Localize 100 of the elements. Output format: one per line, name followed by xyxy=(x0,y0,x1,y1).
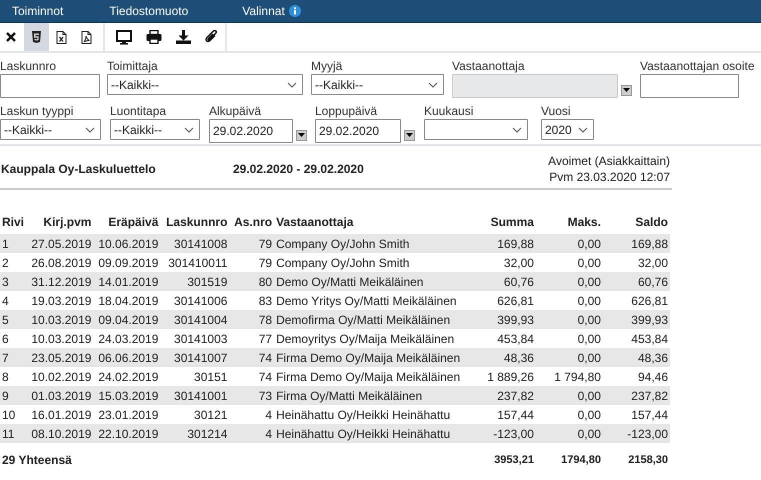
table-cell: 0,00 xyxy=(536,234,603,253)
total-cell: 1794,80 xyxy=(536,443,603,477)
table-cell: 1 889,26 xyxy=(466,367,536,386)
table-cell: 626,81 xyxy=(602,291,670,310)
table-cell: 78 xyxy=(229,310,274,329)
date-range: 29.02.2020 - 29.02.2020 xyxy=(233,162,365,176)
input-field[interactable]: 29.02.2020 xyxy=(209,119,293,143)
table-cell: 169,88 xyxy=(466,234,536,253)
table-cell: -123,00 xyxy=(602,424,670,443)
chevron-icon xyxy=(428,82,438,88)
table-cell: Demo Yritys Oy/Matti Meikäläinen xyxy=(274,291,466,310)
chevron-icon xyxy=(578,126,588,132)
table-cell: 4 xyxy=(0,291,28,310)
input-field[interactable] xyxy=(0,74,100,98)
table-cell: 6 xyxy=(0,329,28,348)
table-cell: 453,84 xyxy=(602,329,670,348)
column-header: Laskunnro xyxy=(160,210,230,234)
menu-item[interactable]: Tiedostomuoto xyxy=(97,0,200,22)
dropdown[interactable]: --Kaikki-- xyxy=(311,74,444,95)
table-cell: 16.01.2019 xyxy=(28,405,94,424)
table-cell: 2 xyxy=(0,253,28,272)
column-header: Eräpäivä xyxy=(93,210,160,234)
triangle-icon xyxy=(623,88,630,92)
table-cell: 0,00 xyxy=(536,310,603,329)
chevron-icon xyxy=(184,126,194,132)
report-title: Kauppala Oy-Laskuluettelo xyxy=(0,162,157,176)
table-cell: 79 xyxy=(229,234,274,253)
table-cell: 27.05.2019 xyxy=(28,234,94,253)
column-header: Saldo xyxy=(602,210,670,234)
field-label: Vastaanottajan osoite xyxy=(640,59,755,74)
input-field[interactable]: 29.02.2020 xyxy=(315,119,401,143)
table-cell: 30141001 xyxy=(160,386,230,405)
table-cell: 94,46 xyxy=(602,367,670,386)
table-cell: Heinähattu Oy/Heikki Heinähattu xyxy=(274,424,466,443)
table-cell: 0,00 xyxy=(536,329,603,348)
table-cell: Demoyritys Oy/Maija Meikäläinen xyxy=(274,329,466,348)
table-cell: 0,00 xyxy=(536,405,603,424)
table-cell: 10.03.2019 xyxy=(28,310,94,329)
table-cell: 60,76 xyxy=(466,272,536,291)
table-cell: 32,00 xyxy=(602,253,670,272)
toolbar-button[interactable] xyxy=(24,23,49,51)
table-cell: 10.03.2019 xyxy=(28,329,94,348)
table-cell: 10.06.2019 xyxy=(93,234,160,253)
table-cell: 09.09.2019 xyxy=(93,253,160,272)
table-cell: 157,44 xyxy=(466,405,536,424)
print-date: Pvm 23.03.2020 12:07 xyxy=(549,169,670,185)
column-header: Summa xyxy=(466,210,536,234)
dropdown[interactable]: 2020 xyxy=(541,119,594,140)
table-cell: 30141007 xyxy=(160,348,230,367)
menu-item[interactable]: Valinnat xyxy=(230,0,313,22)
download-icon xyxy=(176,30,191,44)
table-cell: -123,00 xyxy=(466,424,536,443)
total-cell: 2158,30 xyxy=(602,443,670,477)
column-header: Maks. xyxy=(536,210,603,234)
field-label: Laskunnro xyxy=(0,59,58,74)
table-cell: 301519 xyxy=(160,272,230,291)
table-cell: 0,00 xyxy=(536,291,603,310)
table-cell: 4 xyxy=(229,405,274,424)
column-header: Vastaanottaja xyxy=(274,210,466,234)
menu-item[interactable]: Toiminnot xyxy=(0,0,76,22)
triangle-icon xyxy=(298,133,305,137)
table-cell: 5 xyxy=(0,310,28,329)
field-label: Laskun tyyppi xyxy=(0,104,74,119)
table-cell: 15.03.2019 xyxy=(93,386,160,405)
table-cell: 7 xyxy=(0,348,28,367)
table-cell: 399,93 xyxy=(466,310,536,329)
dropdown-button[interactable] xyxy=(621,84,632,96)
field-label: Vastaanottaja xyxy=(452,59,526,74)
table-cell: 77 xyxy=(229,329,274,348)
table-cell: 06.06.2019 xyxy=(93,348,160,367)
field-label: Loppupäivä xyxy=(315,104,378,119)
chevron-icon xyxy=(512,126,522,132)
table-cell: 74 xyxy=(229,367,274,386)
dropdown[interactable]: --Kaikki-- xyxy=(107,74,303,95)
dropdown[interactable] xyxy=(424,119,528,140)
paperclip-icon xyxy=(205,30,218,44)
table-cell: 08.10.2019 xyxy=(28,424,94,443)
table-cell: 11 xyxy=(0,424,28,443)
dropdown[interactable]: --Kaikki-- xyxy=(110,119,200,140)
table-cell: 0,00 xyxy=(536,386,603,405)
dropdown[interactable]: --Kaikki-- xyxy=(0,119,101,140)
table-cell: 8 xyxy=(0,367,28,386)
table-cell: 9 xyxy=(0,386,28,405)
table-cell: 0,00 xyxy=(536,253,603,272)
table-cell: 10.02.2019 xyxy=(28,367,94,386)
dropdown-button[interactable] xyxy=(404,130,415,140)
input-field[interactable] xyxy=(640,74,739,98)
info-icon xyxy=(288,5,301,17)
table-cell: 32,00 xyxy=(466,253,536,272)
table-cell: 23.01.2019 xyxy=(93,405,160,424)
table-cell: 74 xyxy=(229,348,274,367)
column-header: Rivi xyxy=(0,210,28,234)
table-cell: Company Oy/John Smith xyxy=(274,253,466,272)
dropdown-button[interactable] xyxy=(296,130,307,140)
total-cell: 3953,21 xyxy=(466,443,536,477)
table-cell: 80 xyxy=(229,272,274,291)
triangle-icon xyxy=(406,133,413,137)
table-cell: 626,81 xyxy=(466,291,536,310)
report-type: Avoimet (Asiakkaittain) xyxy=(548,153,670,169)
table-cell: Firma Demo Oy/Maija Meikäläinen xyxy=(274,348,466,367)
